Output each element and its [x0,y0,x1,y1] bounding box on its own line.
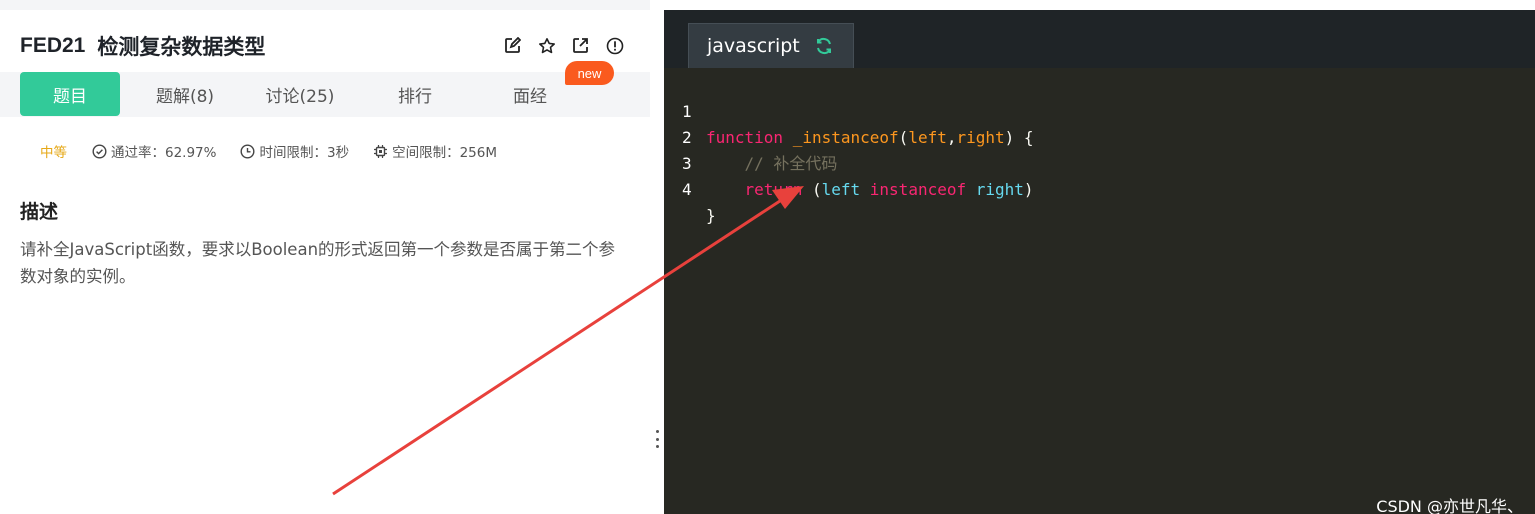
code-token: instanceof [869,180,967,199]
problem-title: 检测复杂数据类型 [97,35,266,59]
edit-icon[interactable] [503,36,522,55]
code-token: } [706,206,716,225]
editor-header: javascript [664,10,1535,68]
grip-dot [655,430,659,433]
description-text: 请补全JavaScript函数，要求以Boolean的形式返回第一个参数是否属于… [20,240,616,286]
code-line: 4 } [664,151,1535,225]
language-label: javascript [707,35,800,57]
problem-code: FED21 [20,34,86,57]
code-token: return [744,180,803,199]
code-token: ( [811,180,822,199]
chip-icon [374,144,388,158]
code-area[interactable]: 1 function _instanceof(left,right) { 2 /… [664,73,1535,225]
title-toolbar [503,36,624,55]
language-selector[interactable]: javascript [688,23,854,68]
watermark: CSDN @亦世凡华、 [1376,497,1523,514]
info-icon[interactable] [605,36,624,55]
problem-meta: 中等 通过率：62.97% 时间限制：3秒 空间限制：256M [40,141,521,161]
code-token: ) [1023,180,1034,199]
panel-top-band [0,0,650,10]
resize-handle[interactable] [655,430,659,448]
code-line: 1 function _instanceof(left,right) { [664,73,1535,147]
code-token: left [821,180,861,199]
new-badge: new [565,61,614,85]
check-circle-icon [92,143,107,159]
tab-discussion[interactable]: 讨论(25) [250,72,350,116]
star-icon[interactable] [537,36,556,55]
grip-dot [655,445,659,448]
grip-dot [655,437,659,441]
code-editor-panel: javascript 1 function _instanceof(left,r… [664,10,1535,514]
problem-panel: FED21 检测复杂数据类型 题目 题解(8) 讨论(25) 排行 面经 new… [0,0,650,514]
problem-title-row: FED21 检测复杂数据类型 [20,30,630,62]
difficulty-label: 中等 [40,145,67,161]
code-line: 2 // 补全代码 [664,99,1535,173]
pass-rate: 通过率：62.97% [92,141,216,161]
space-limit: 空间限制：256M [373,141,497,161]
problem-tabs: 题目 题解(8) 讨论(25) 排行 面经 [0,72,650,117]
line-number: 4 [682,180,692,199]
refresh-icon[interactable] [814,36,834,56]
tab-ranking[interactable]: 排行 [365,72,465,116]
pass-rate-text: 通过率：62.97% [111,145,217,161]
code-token: right [975,180,1024,199]
description-heading: 描述 [20,201,59,223]
code-line: 3 return (left instanceof right) [664,125,1535,199]
tab-solutions[interactable]: 题解(8) [135,72,235,116]
open-external-icon[interactable] [571,36,590,55]
clock-icon [240,143,255,159]
time-limit-text: 时间限制：3秒 [259,145,350,161]
space-limit-text: 空间限制：256M [392,145,497,161]
time-limit: 时间限制：3秒 [240,141,349,161]
tab-problem[interactable]: 题目 [20,72,120,116]
